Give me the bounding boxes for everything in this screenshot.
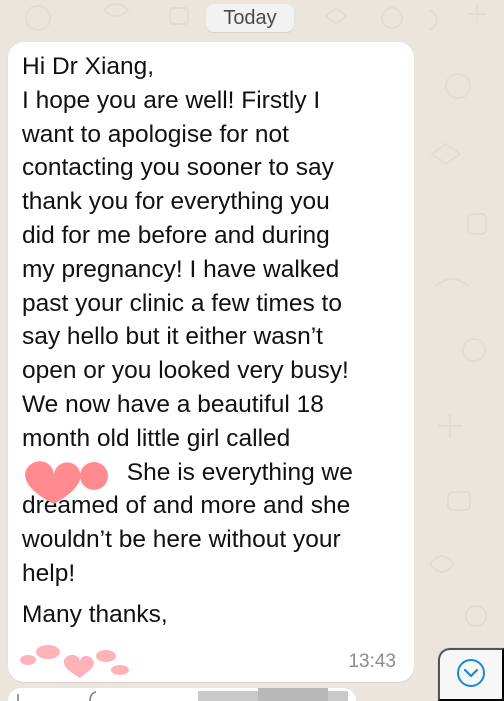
date-divider: Today bbox=[206, 4, 294, 32]
message-text: Hi Dr Xiang, I hope you are well! Firstl… bbox=[22, 53, 353, 587]
message-time: 13:43 bbox=[348, 651, 396, 672]
next-message-preview bbox=[8, 688, 356, 701]
chevron-down-icon bbox=[455, 657, 487, 692]
scroll-to-bottom-button[interactable] bbox=[438, 648, 504, 701]
next-message-preview-art bbox=[17, 688, 348, 701]
redacted-signature-overlay bbox=[20, 645, 129, 678]
message-signoff: Many thanks, bbox=[22, 601, 168, 628]
received-message-bubble[interactable]: Hi Dr Xiang, I hope you are well! Firstl… bbox=[8, 42, 414, 682]
